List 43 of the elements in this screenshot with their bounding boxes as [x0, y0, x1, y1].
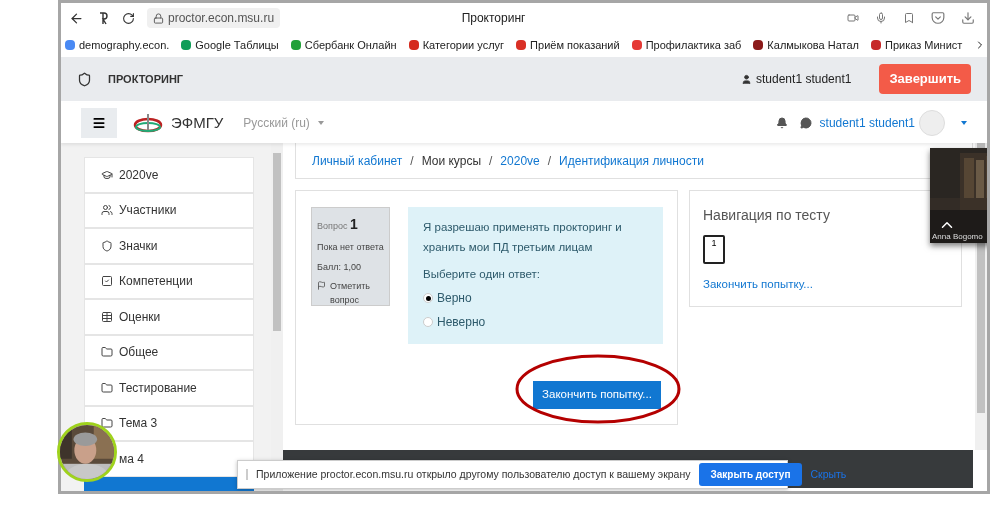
breadcrumb-separator: / [547, 152, 552, 170]
user-menu[interactable]: student1 student1 [819, 114, 915, 132]
breadcrumb-item[interactable]: 2020ve [500, 151, 540, 170]
breadcrumb-separator: / [489, 152, 493, 170]
breadcrumb-item[interactable]: Идентификация личности [559, 151, 704, 170]
question-text: Я разрешаю применять прокторинг и хранить мои ПД третьим лицам [423, 220, 623, 255]
sidebar-item[interactable]: Участники [84, 192, 254, 228]
answer-option[interactable]: Неверно [423, 313, 648, 332]
bookmark-item[interactable]: Сбербанк Онлайн [290, 36, 397, 54]
sidebar-item[interactable]: Значки [84, 228, 254, 264]
site-name[interactable]: ЭФМГУ [171, 111, 224, 135]
answer-prompt: Выберите один ответ: [423, 267, 542, 282]
flag-question-link[interactable]: Отметить вопрос [317, 280, 384, 307]
breadcrumb-item[interactable]: Личный кабинет [312, 151, 403, 170]
question-nav-button[interactable]: 1 [703, 235, 725, 264]
bookmark-item[interactable]: Профилактика заб [631, 36, 742, 54]
bookmark-item[interactable]: Категории услуг [408, 36, 505, 54]
proctoring-user: student1 student1 [756, 71, 852, 88]
navigation-title: Навигация по тесту [703, 206, 831, 225]
breadcrumb-item: Мои курсы [421, 152, 481, 170]
address-field[interactable]: proctor.econ.msu.ru [147, 8, 281, 28]
question-status: Пока нет ответа [317, 241, 384, 254]
sidebar-item[interactable]: Общее [84, 334, 254, 370]
question-grade: Балл: 1,00 [317, 260, 362, 274]
bookmark-item[interactable]: Приказ Минист [871, 36, 963, 54]
bookmark-item[interactable]: demography.econ. [65, 36, 170, 54]
sidebar-item[interactable]: Тестирование [84, 370, 254, 406]
bookmark-item[interactable]: Калмыкова Натал [753, 36, 859, 54]
share-notification-text: Приложение proctor.econ.msu.ru открыло другому пользователю доступ к вашему экрану [256, 466, 691, 482]
participant-name: Anna Bogomo [932, 232, 983, 242]
answer-option[interactable]: Верно [423, 289, 648, 308]
sidebar-item[interactable]: 2020ve [84, 157, 254, 193]
page-title: Прокторинг [460, 10, 527, 27]
breadcrumb-separator: / [410, 152, 414, 170]
proctoring-title: ПРОКТОРИНГ [108, 71, 184, 87]
finish-attempt-button[interactable]: Закончить попытку... [533, 381, 661, 409]
sidebar-item[interactable]: Оценки [84, 299, 254, 335]
question-number: Вопрос 1 [317, 215, 359, 234]
stop-sharing-button[interactable]: Закрыть доступ [698, 463, 803, 486]
bookmark-item[interactable]: Google Таблицы [181, 36, 279, 54]
sidebar-item[interactable]: Компетенции [84, 263, 254, 299]
bookmark-item[interactable]: Приём показаний [516, 36, 620, 54]
finish-attempt-link[interactable]: Закончить попытку... [703, 276, 948, 294]
